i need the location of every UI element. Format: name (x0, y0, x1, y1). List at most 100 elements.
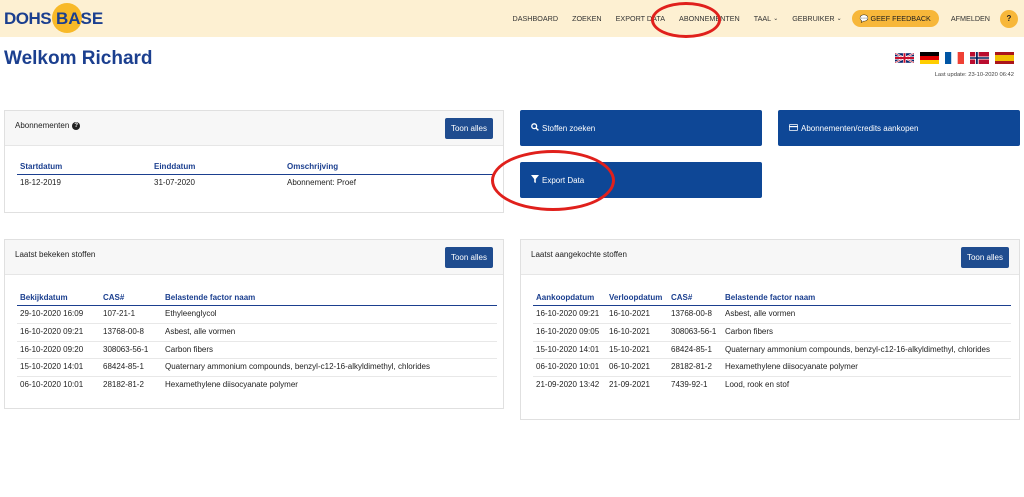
table-cell: 13768-00-8 (668, 305, 722, 324)
table-cell: Abonnement: Proef (287, 178, 356, 187)
table-cell: 28182-81-2 (668, 358, 722, 378)
table-row[interactable]: 16-10-2020 09:21 13768-00-8 Asbest, alle… (17, 323, 497, 342)
table-row[interactable]: 16-10-2020 09:21 16-10-2021 13768-00-8 A… (533, 305, 1011, 324)
table-row[interactable]: 16-10-2020 09:20 308063-56-1 Carbon fibe… (17, 341, 497, 360)
col-header: CAS# (668, 290, 722, 306)
table-cell: 16-10-2021 (606, 305, 668, 324)
buy-subscriptions-label: Abonnementen/credits aankopen (801, 123, 919, 133)
nav-gebruiker-label: GEBRUIKER (792, 14, 835, 23)
logo-text-base: BASE (56, 9, 104, 28)
uk-flag-icon[interactable] (895, 52, 914, 64)
col-header: Einddatum (151, 159, 284, 175)
chevron-down-icon: ⌄ (773, 16, 779, 22)
last-viewed-title: Laatst bekeken stoffen (15, 250, 96, 259)
table-row[interactable]: 21-09-2020 13:42 21-09-2021 7439-92-1 Lo… (533, 377, 1011, 394)
table-cell: 15-10-2020 14:01 (533, 341, 606, 360)
table-cell: 06-10-2020 10:01 (533, 358, 606, 378)
feedback-label: GEEF FEEDBACK (870, 14, 931, 23)
chevron-down-icon: ⌄ (836, 16, 842, 22)
subscriptions-card-header: Abonnementen ? Toon alles (5, 111, 503, 146)
table-cell: Carbon fibers (162, 341, 497, 360)
table-row[interactable]: 16-10-2020 09:05 16-10-2021 308063-56-1 … (533, 323, 1011, 342)
subscriptions-show-all-button[interactable]: Toon alles (444, 118, 493, 139)
table-row: 18-12-2019 31-07-2020 Abonnement: Proef (17, 175, 493, 192)
table-cell: 21-09-2021 (609, 380, 650, 390)
last-bought-card-header: Laatst aangekochte stoffen Toon alles (521, 240, 1019, 275)
table-cell: 308063-56-1 (668, 323, 722, 342)
subscriptions-title-text: Abonnementen (15, 121, 70, 130)
last-update-text: Last update: 23-10-2020 06:42 (934, 72, 1014, 78)
col-header: Verloopdatum (606, 290, 668, 306)
search-substances-label: Stoffen zoeken (542, 123, 596, 133)
page-title: Welkom Richard (4, 48, 153, 69)
nav-taal[interactable]: TAAL ⌄ (754, 14, 778, 23)
table-cell: Lood, rook en stof (725, 380, 790, 390)
table-row[interactable]: 06-10-2020 10:01 28182-81-2 Hexamethylen… (17, 377, 497, 394)
logo-text-dohs: DOHS (4, 9, 52, 28)
table-cell: Quaternary ammonium compounds, benzyl-c1… (722, 341, 1011, 360)
col-header: Startdatum (17, 159, 151, 175)
table-cell: Hexamethylene diisocyanate polymer (722, 358, 1011, 378)
table-cell: Asbest, alle vormen (162, 323, 497, 342)
spain-flag-icon[interactable] (995, 52, 1014, 64)
annotation-ring-export-button (491, 150, 615, 211)
nav-dashboard[interactable]: DASHBOARD (513, 14, 559, 23)
nav-taal-label: TAAL (753, 14, 772, 23)
col-header: Belastende factor naam (722, 290, 1011, 306)
table-cell: Ethyleenglycol (162, 305, 497, 324)
table-cell: Quaternary ammonium compounds, benzyl-c1… (162, 358, 497, 378)
last-bought-show-all-button[interactable]: Toon alles (960, 247, 1009, 268)
table-header-row: Aankoopdatum Verloopdatum CAS# Belastend… (533, 290, 1011, 306)
table-cell: 06-10-2020 10:01 (20, 380, 84, 390)
table-cell: 16-10-2020 09:21 (533, 305, 606, 324)
last-bought-title: Laatst aangekochte stoffen (531, 250, 627, 259)
table-cell: 15-10-2020 14:01 (17, 358, 100, 378)
table-header-row: Startdatum Einddatum Omschrijving (17, 159, 493, 175)
search-icon (531, 123, 539, 133)
nav-afmelden[interactable]: AFMELDEN (951, 14, 990, 23)
table-cell: 31-07-2020 (154, 178, 195, 187)
table-cell: 28182-81-2 (103, 380, 144, 390)
credit-card-icon (789, 123, 798, 133)
nav-gebruiker[interactable]: GEBRUIKER ⌄ (792, 14, 841, 23)
annotation-ring-nav (651, 2, 721, 38)
col-header: Bekijkdatum (17, 290, 100, 306)
col-header: CAS# (100, 290, 162, 306)
table-cell: 06-10-2021 (606, 358, 668, 378)
table-cell: 29-10-2020 16:09 (17, 305, 100, 324)
dohsbase-logo[interactable]: DOHS BASE (4, 3, 103, 33)
table-cell: 308063-56-1 (100, 341, 162, 360)
norway-flag-icon[interactable] (970, 52, 989, 64)
table-cell: 7439-92-1 (671, 380, 708, 390)
table-row[interactable]: 06-10-2020 10:01 06-10-2021 28182-81-2 H… (533, 358, 1011, 378)
table-row[interactable]: 29-10-2020 16:09 107-21-1 Ethyleenglycol (17, 305, 497, 324)
feedback-button[interactable]: 💬 GEEF FEEDBACK (851, 10, 939, 27)
france-flag-icon[interactable] (945, 52, 964, 64)
question-circle-icon[interactable]: ? (72, 121, 81, 130)
table-row[interactable]: 15-10-2020 14:01 15-10-2021 68424-85-1 Q… (533, 341, 1011, 360)
nav-zoeken[interactable]: ZOEKEN (572, 14, 602, 23)
col-header: Omschrijving (284, 159, 493, 175)
germany-flag-icon[interactable] (920, 52, 939, 64)
help-button[interactable]: ? (1000, 9, 1018, 28)
table-cell: 16-10-2020 09:20 (17, 341, 100, 360)
table-row[interactable]: 15-10-2020 14:01 68424-85-1 Quaternary a… (17, 358, 497, 378)
table-cell: 18-12-2019 (20, 178, 61, 187)
table-cell: 107-21-1 (100, 305, 162, 324)
col-header: Belastende factor naam (162, 290, 497, 306)
buy-subscriptions-button[interactable]: Abonnementen/credits aankopen (778, 110, 1020, 146)
last-viewed-table: Bekijkdatum CAS# Belastende factor naam … (17, 290, 497, 394)
last-viewed-show-all-button[interactable]: Toon alles (444, 247, 493, 268)
top-navbar: DOHS BASE DASHBOARD ZOEKEN EXPORT DATA A… (0, 0, 1024, 37)
speech-bubble-icon: 💬 (859, 14, 869, 23)
table-cell: 16-10-2021 (606, 323, 668, 342)
table-cell: 16-10-2020 09:21 (17, 323, 100, 342)
table-cell: Asbest, alle vormen (722, 305, 1011, 324)
table-cell: 68424-85-1 (668, 341, 722, 360)
subscriptions-title: Abonnementen ? (15, 121, 81, 130)
col-header: Aankoopdatum (533, 290, 606, 306)
search-substances-button[interactable]: Stoffen zoeken (520, 110, 762, 146)
table-cell: 21-09-2020 13:42 (536, 380, 600, 390)
main-nav: DASHBOARD ZOEKEN EXPORT DATA ABONNEMENTE… (499, 0, 1018, 37)
last-bought-table: Aankoopdatum Verloopdatum CAS# Belastend… (533, 290, 1011, 394)
